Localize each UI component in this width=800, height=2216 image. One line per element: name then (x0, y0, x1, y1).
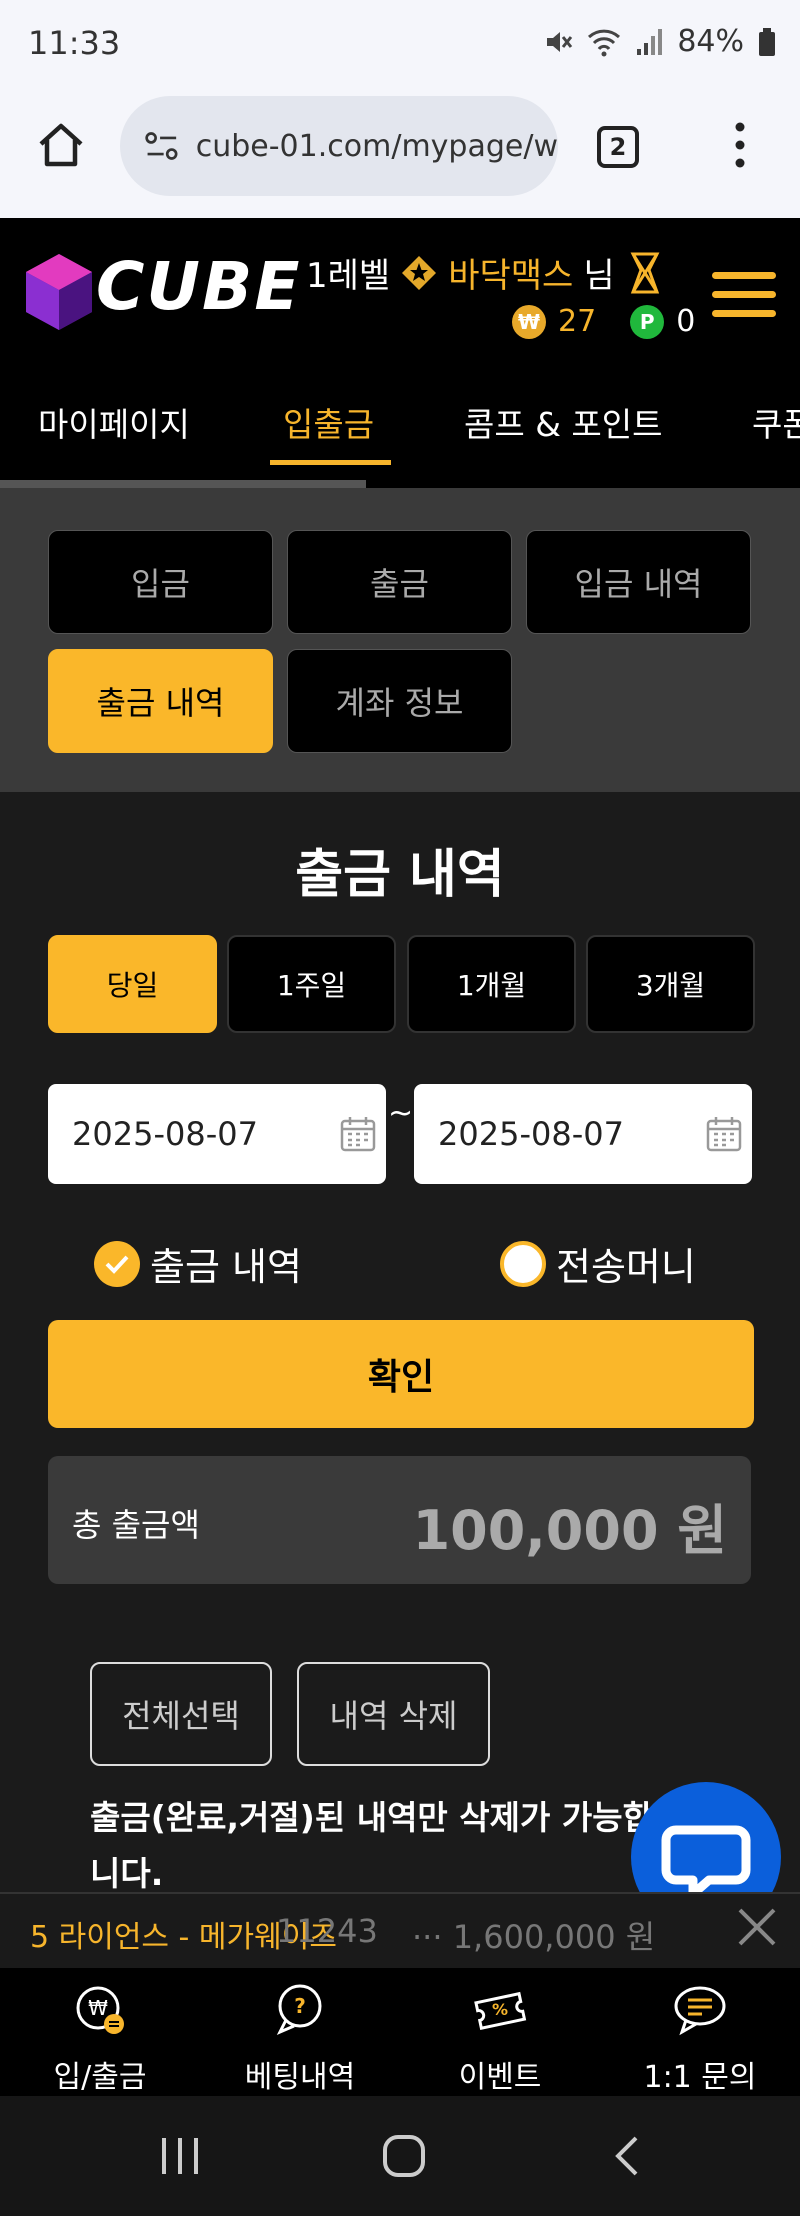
home-icon[interactable] (36, 120, 86, 170)
total-label: 총 출금액 (72, 1506, 200, 1544)
subtab-deposit-history[interactable]: 입금 내역 (526, 530, 751, 634)
bottom-nav-label: 이벤트 (458, 2060, 542, 2095)
browser-toolbar: cube-01.com/mypage/w 2 (0, 90, 800, 218)
calendar-icon[interactable] (706, 1116, 742, 1152)
nav-deposit-withdraw[interactable]: 입출금 (283, 398, 374, 446)
home-nav-icon[interactable] (380, 2132, 428, 2180)
more-vert-icon[interactable] (730, 120, 750, 170)
bottom-nav: ₩ 입/출금 ? 베팅내역 % 이벤트 1:1 문의 (0, 1968, 800, 2096)
period-today-button[interactable]: 당일 (48, 935, 217, 1033)
check-circle-icon[interactable] (94, 1240, 140, 1287)
total-amount: 100,000 원 (412, 1499, 727, 1562)
won-exchange-icon: ₩ (76, 1986, 124, 2034)
url-bar[interactable]: cube-01.com/mypage/w (120, 96, 558, 196)
radio-transfer-label: 전송머니 (556, 1245, 696, 1289)
mute-icon (547, 31, 573, 52)
bottom-nav-label: 베팅내역 (244, 2060, 356, 2095)
recent-apps-icon[interactable] (160, 2134, 200, 2178)
close-icon[interactable] (736, 1906, 778, 1948)
username: 바닥맥스 (448, 256, 574, 296)
bottom-nav-inquiry[interactable]: 1:1 문의 (600, 1982, 800, 2096)
star-badge-icon (402, 255, 437, 290)
menu-icon[interactable] (712, 272, 776, 317)
radio-withdraw-label: 출금 내역 (150, 1245, 302, 1289)
confirm-button[interactable]: 확인 (48, 1320, 754, 1428)
user-level: 1레벨 바닥맥스 님 (306, 248, 665, 297)
nav-coupon[interactable]: 쿠폰 (752, 398, 800, 446)
radio-withdraw-history[interactable]: 출금 내역 (94, 1236, 302, 1291)
page-title: 출금 내역 (295, 845, 505, 905)
bottom-nav-label: 1:1 문의 (643, 2060, 757, 2095)
status-time: 11:33 (28, 24, 121, 62)
nav-comp-points[interactable]: 콤프 & 포인트 (464, 398, 663, 446)
cube-logo-icon[interactable] (24, 252, 94, 332)
win-ticker: 5 라이언스 - 메가웨이즈 11243 ··· 1,600,000 원 (0, 1892, 800, 1968)
date-to-value: 2025-08-07 (438, 1115, 624, 1153)
status-icons: 84% (543, 24, 776, 59)
signal-icon (637, 28, 663, 55)
medal-icon (630, 252, 660, 293)
calendar-icon[interactable] (340, 1116, 376, 1152)
level-text: 1레벨 (306, 256, 391, 296)
logo-text[interactable]: CUBE (96, 248, 301, 325)
date-to-field[interactable]: 2025-08-07 (414, 1084, 752, 1184)
bottom-nav-event[interactable]: % 이벤트 (400, 1982, 600, 2096)
ticket-icon: % (474, 1991, 527, 2031)
battery-icon (759, 27, 775, 56)
nav-scrollbar[interactable] (0, 480, 366, 488)
date-from-field[interactable]: 2025-08-07 (48, 1084, 386, 1184)
question-chat-icon: ? (276, 1984, 322, 2035)
period-3month-button[interactable]: 3개월 (586, 935, 755, 1033)
svg-text:%: % (492, 2000, 508, 2019)
site-header: CUBE 1레벨 바닥맥스 님 ₩ 27 P 0 (0, 218, 800, 368)
site-settings-icon[interactable] (144, 128, 180, 164)
balances: ₩ 27 P 0 (512, 304, 695, 339)
url-text: cube-01.com/mypage/w (195, 128, 558, 164)
wifi-icon (588, 29, 621, 56)
back-icon[interactable] (612, 2134, 642, 2178)
delete-history-button[interactable]: 내역 삭제 (297, 1662, 490, 1766)
battery-percent: 84% (677, 24, 744, 59)
point-balance: 0 (676, 304, 696, 339)
subtab-panel: 입금 출금 입금 내역 출금 내역 계좌 정보 (0, 488, 800, 792)
won-coin-icon: ₩ (512, 304, 546, 339)
status-bar: 11:33 84% (0, 0, 800, 90)
svg-text:?: ? (294, 1994, 306, 2018)
message-icon (674, 1986, 726, 2036)
radio-transfer-money[interactable]: 전송머니 (500, 1236, 696, 1291)
subtab-deposit[interactable]: 입금 (48, 530, 273, 634)
period-1month-button[interactable]: 1개월 (407, 935, 576, 1033)
point-coin-icon: P (630, 304, 665, 339)
total-withdraw-box: 총 출금액 100,000 원 (48, 1456, 751, 1584)
subtab-withdraw[interactable]: 출금 (287, 530, 512, 634)
date-separator: ~ (388, 1096, 414, 1131)
main-nav: 마이페이지 입출금 콤프 & 포인트 쿠폰 (0, 368, 800, 488)
delete-notice: 출금(완료,거절)된 내역만 삭제가 가능합니다. (90, 1798, 653, 1893)
system-nav-bar (0, 2096, 800, 2216)
subtab-withdraw-history[interactable]: 출금 내역 (48, 649, 273, 753)
coin-balance: 27 (558, 304, 597, 339)
nav-mypage[interactable]: 마이페이지 (38, 398, 190, 446)
bottom-nav-deposit[interactable]: ₩ 입/출금 (0, 1982, 200, 2096)
select-all-button[interactable]: 전체선택 (90, 1662, 272, 1766)
period-1week-button[interactable]: 1주일 (227, 935, 396, 1033)
bottom-nav-label: 입/출금 (53, 2060, 147, 2095)
date-from-value: 2025-08-07 (72, 1115, 258, 1153)
ticker-user: 11243 (276, 1912, 378, 1950)
subtab-account-info[interactable]: 계좌 정보 (287, 649, 512, 753)
radio-circle-icon[interactable] (500, 1240, 546, 1287)
nav-active-indicator (270, 460, 391, 465)
svg-text:₩: ₩ (88, 1996, 108, 2020)
tab-switcher-button[interactable]: 2 (597, 126, 639, 168)
bottom-nav-betting[interactable]: ? 베팅내역 (200, 1982, 400, 2096)
honorific: 님 (583, 256, 615, 296)
ticker-amount: ··· 1,600,000 원 (412, 1918, 656, 1956)
